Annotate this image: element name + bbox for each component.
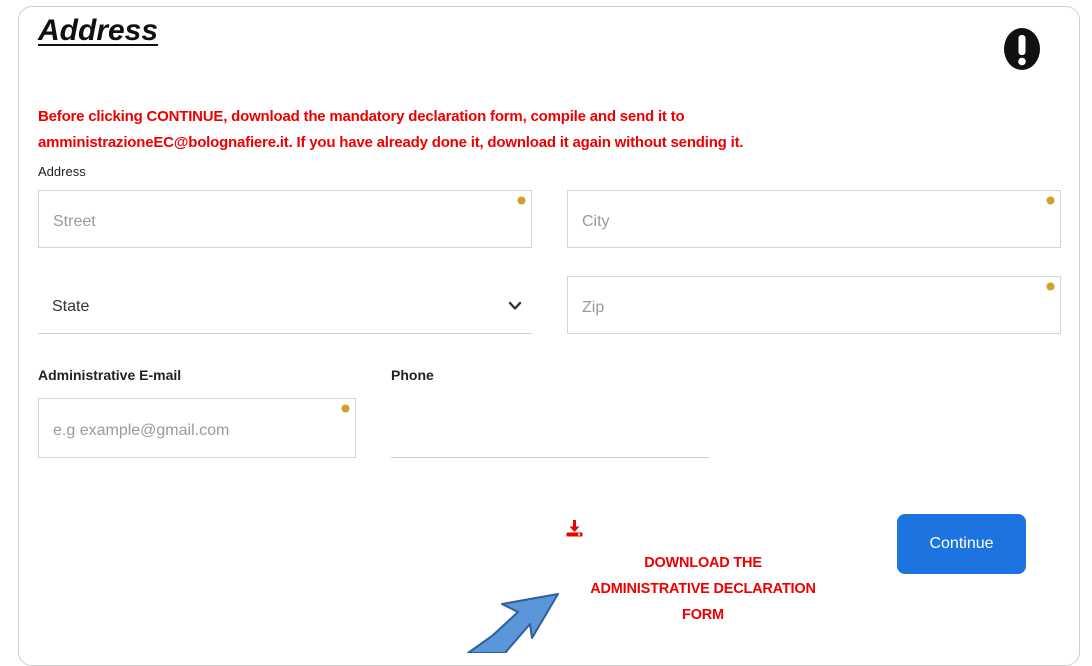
email-input[interactable] [39,399,355,457]
download-line-3: FORM [682,607,724,623]
notice-line-2: amministrazioneEC@bolognafiere.it. If yo… [38,134,744,151]
phone-label: Phone [391,367,434,383]
phone-input[interactable] [391,398,713,459]
phone-field[interactable] [391,398,713,459]
exclamation-icon [1004,28,1040,70]
notice-line-1: Before clicking CONTINUE, download the m… [38,108,685,125]
download-icon[interactable] [566,520,583,537]
state-select-value: State [52,298,90,315]
required-marker-icon [517,196,526,205]
required-marker-icon [341,404,350,413]
arrow-icon [467,593,559,653]
state-select[interactable]: State [38,276,532,334]
city-input[interactable] [568,191,1060,247]
download-line-1: DOWNLOAD THE [644,555,762,571]
page-title: Address [38,14,159,47]
address-section-label: Address [38,164,86,179]
chevron-down-icon [508,301,522,310]
city-field[interactable] [567,190,1061,248]
email-label: Administrative E-mail [38,367,182,383]
email-field[interactable] [38,398,356,458]
required-marker-icon [1046,196,1055,205]
required-marker-icon [1046,282,1055,291]
zip-field[interactable] [567,276,1061,334]
download-line-2: ADMINISTRATIVE DECLARATION [590,581,816,597]
street-input[interactable] [39,191,531,247]
street-field[interactable] [38,190,532,248]
download-declaration-link[interactable]: DOWNLOAD THE ADMINISTRATIVE DECLARATION … [560,550,846,628]
zip-input[interactable] [568,277,1060,333]
continue-button[interactable]: Continue [897,514,1026,574]
declaration-notice: Before clicking CONTINUE, download the m… [38,104,1078,156]
